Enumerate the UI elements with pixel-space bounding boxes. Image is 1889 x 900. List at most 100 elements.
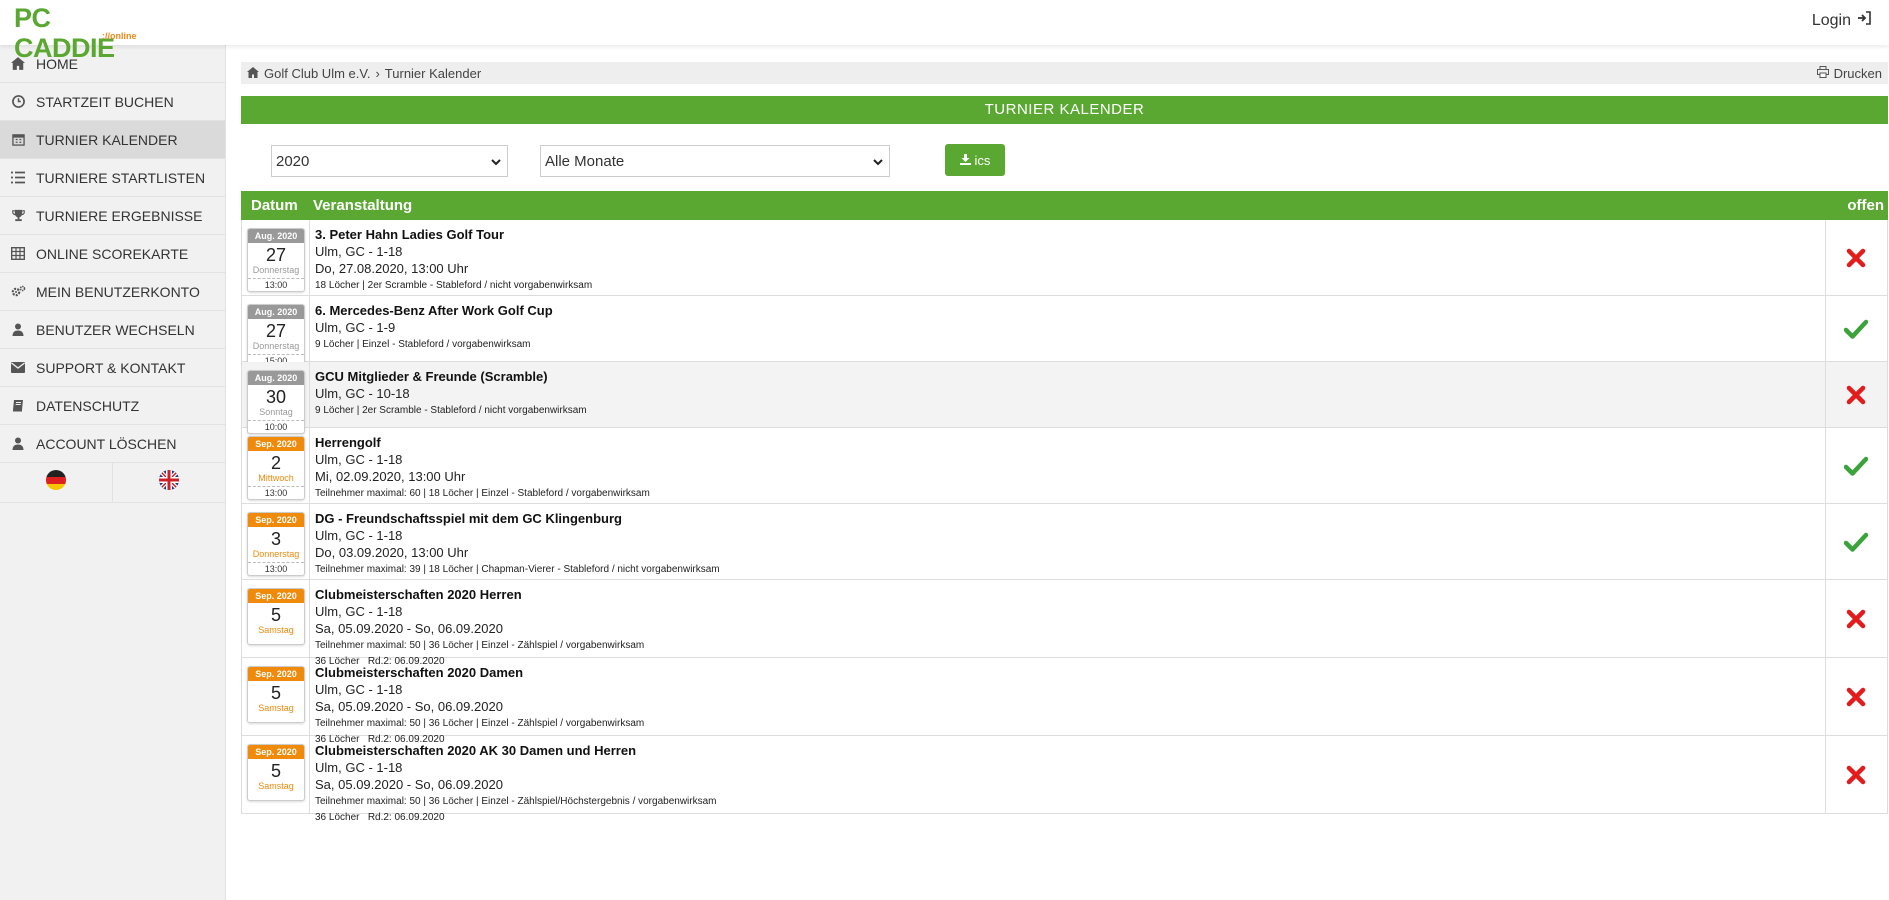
table-row[interactable]: Sep. 2020 5 Samstag Clubmeisterschaften 202… — [241, 658, 1888, 745]
calendar-time: 13:00 — [248, 562, 304, 575]
calendar-month: Aug. 2020 — [248, 371, 304, 385]
german-flag-icon — [45, 469, 67, 496]
column-divider — [309, 658, 310, 735]
login-label: Login — [1811, 11, 1851, 29]
event-date: Sa, 05.09.2020 - So, 06.09.2020 — [315, 699, 503, 714]
calendar-weekday: Sonntag — [259, 407, 293, 417]
column-divider — [309, 736, 310, 813]
login-link[interactable]: Login — [1812, 11, 1871, 30]
table-row[interactable]: Aug. 2020 30 Sonntag 10:00 GCU Mitglieder & … — [241, 362, 1888, 434]
sidebar-item-turniere-startlisten[interactable]: TURNIERE STARTLISTEN — [0, 159, 225, 197]
year-select[interactable]: 2020 — [271, 145, 508, 177]
event-title[interactable]: Clubmeisterschaften 2020 Herren — [315, 586, 1817, 603]
column-divider — [1825, 658, 1826, 735]
check-icon — [1843, 453, 1869, 479]
sidebar-item-support-kontakt[interactable]: SUPPORT & KONTAKT — [0, 349, 225, 387]
breadcrumb-club-link[interactable]: Golf Club Ulm e.V. — [264, 66, 370, 81]
event-info: Clubmeisterschaften 2020 Herren Ulm, GC -… — [315, 586, 1817, 669]
language-german-button[interactable] — [0, 463, 113, 503]
envelope-icon — [10, 360, 26, 376]
calendar-weekday: Donnerstag — [252, 341, 300, 351]
column-veranstaltung: Veranstaltung — [313, 197, 413, 214]
date-calendar-badge: Aug. 2020 27 Donnerstag 13:00 — [247, 228, 305, 292]
calendar-day: 2 — [270, 453, 281, 473]
cross-icon — [1843, 606, 1869, 632]
calendar-weekday: Donnerstag — [252, 265, 300, 275]
calendar-month: Sep. 2020 — [248, 745, 304, 759]
main-content: Golf Club Ulm e.V. › Turnier Kalender Dr… — [241, 62, 1888, 823]
column-divider — [1825, 736, 1826, 813]
event-title[interactable]: 6. Mercedes-Benz After Work Golf Cup — [315, 302, 1817, 319]
sidebar-item-account-löschen[interactable]: ACCOUNT LÖSCHEN — [0, 425, 225, 463]
event-course: Ulm, GC - 1-18 — [315, 682, 403, 697]
column-divider — [1825, 362, 1826, 427]
column-divider — [309, 362, 310, 427]
calendar-weekday: Samstag — [258, 703, 294, 713]
home-icon[interactable] — [247, 66, 259, 81]
event-info: Clubmeisterschaften 2020 AK 30 Damen und… — [315, 742, 1817, 825]
event-details: 18 Löcher | 2er Scramble - Stableford / … — [315, 280, 593, 291]
sidebar-item-datenschutz[interactable]: DATENSCHUTZ — [0, 387, 225, 425]
event-title[interactable]: Herrengolf — [315, 434, 1817, 451]
calendar-time: 13:00 — [248, 486, 304, 499]
table-row[interactable]: Sep. 2020 3 Donnerstag 13:00 DG - Freundscha… — [241, 504, 1888, 580]
list-icon — [10, 170, 26, 186]
download-icon — [959, 153, 971, 168]
logo-sub-text: ://online — [102, 31, 137, 41]
date-calendar-badge: Sep. 2020 5 Samstag — [247, 588, 305, 645]
table-header: Datum Veranstaltung offen — [241, 191, 1888, 220]
event-course: Ulm, GC - 1-18 — [315, 244, 403, 259]
sidebar-item-label: SUPPORT & KONTAKT — [36, 359, 186, 376]
event-title[interactable]: Clubmeisterschaften 2020 Damen — [315, 664, 1817, 681]
sidebar-item-turniere-ergebnisse[interactable]: TURNIERE ERGEBNISSE — [0, 197, 225, 235]
column-offen: offen — [1847, 197, 1884, 214]
sidebar-item-label: TURNIERE ERGEBNISSE — [36, 207, 203, 224]
table-row[interactable]: Sep. 2020 5 Samstag Clubmeisterschaften 202… — [241, 580, 1888, 667]
language-english-button[interactable] — [113, 463, 225, 503]
tournament-table-body: Aug. 2020 27 Donnerstag 13:00 3. Peter Hahn … — [241, 220, 1888, 823]
table-row[interactable]: Sep. 2020 5 Samstag Clubmeisterschaften 202… — [241, 736, 1888, 823]
sidebar-item-online-scorekarte[interactable]: ONLINE SCOREKARTE — [0, 235, 225, 273]
column-divider — [309, 220, 310, 295]
pc-caddie-logo[interactable]: PC CADDIE ://online — [14, 3, 144, 63]
event-title[interactable]: Clubmeisterschaften 2020 AK 30 Damen und… — [315, 742, 1817, 759]
breadcrumb: Golf Club Ulm e.V. › Turnier Kalender Dr… — [241, 62, 1888, 84]
sidebar-item-label: ACCOUNT LÖSCHEN — [36, 435, 177, 452]
sidebar-item-label: STARTZEIT BUCHEN — [36, 93, 174, 110]
column-divider — [309, 428, 310, 503]
event-details: 9 Löcher | Einzel - Stableford / vorgabe… — [315, 339, 531, 350]
event-course: Ulm, GC - 1-18 — [315, 604, 403, 619]
event-rounds: 36 Löcher Rd.2: 06.09.2020 — [315, 812, 445, 823]
calendar-weekday: Donnerstag — [252, 549, 300, 559]
table-row[interactable]: Aug. 2020 27 Donnerstag 13:00 3. Peter Hahn … — [241, 220, 1888, 296]
sidebar-item-mein-benutzerkonto[interactable]: MEIN BENUTZERKONTO — [0, 273, 225, 311]
date-calendar-badge: Aug. 2020 30 Sonntag 10:00 — [247, 370, 305, 434]
chevron-down-icon — [873, 153, 883, 170]
month-select[interactable]: Alle Monate — [540, 145, 890, 177]
sidebar-item-benutzer-wechseln[interactable]: BENUTZER WECHSELN — [0, 311, 225, 349]
calendar-month: Aug. 2020 — [248, 305, 304, 319]
sidebar-item-startzeit-buchen[interactable]: STARTZEIT BUCHEN — [0, 83, 225, 121]
sidebar-item-label: ONLINE SCOREKARTE — [36, 245, 189, 262]
event-title[interactable]: GCU Mitglieder & Freunde (Scramble) — [315, 368, 1817, 385]
ics-label: ics — [974, 152, 991, 168]
event-details: Teilnehmer maximal: 39 | 18 Löcher | Cha… — [315, 564, 720, 575]
calendar-weekday: Mittwoch — [258, 473, 294, 483]
table-row[interactable]: Sep. 2020 2 Mittwoch 13:00 Herrengolf Ulm, GC… — [241, 428, 1888, 504]
event-title[interactable]: DG - Freundschaftsspiel mit dem GC Kling… — [315, 510, 1817, 527]
event-title[interactable]: 3. Peter Hahn Ladies Golf Tour — [315, 226, 1817, 243]
calendar-icon — [10, 132, 26, 148]
ics-download-button[interactable]: ics — [945, 144, 1005, 176]
column-divider — [1825, 220, 1826, 295]
gears-icon — [10, 284, 26, 300]
cross-icon — [1843, 382, 1869, 408]
table-row[interactable]: Aug. 2020 27 Donnerstag 15:00 6. Mercedes-Be… — [241, 296, 1888, 368]
column-divider — [1825, 428, 1826, 503]
date-calendar-badge: Sep. 2020 2 Mittwoch 13:00 — [247, 436, 305, 500]
print-button[interactable]: Drucken — [1816, 65, 1882, 81]
clock-icon — [10, 94, 26, 110]
sidebar-item-turnier-kalender[interactable]: TURNIER KALENDER — [0, 121, 225, 159]
event-details: Teilnehmer maximal: 50 | 36 Löcher | Ein… — [315, 640, 645, 651]
event-info: DG - Freundschaftsspiel mit dem GC Kling… — [315, 510, 1817, 578]
uk-flag-icon — [158, 469, 180, 496]
